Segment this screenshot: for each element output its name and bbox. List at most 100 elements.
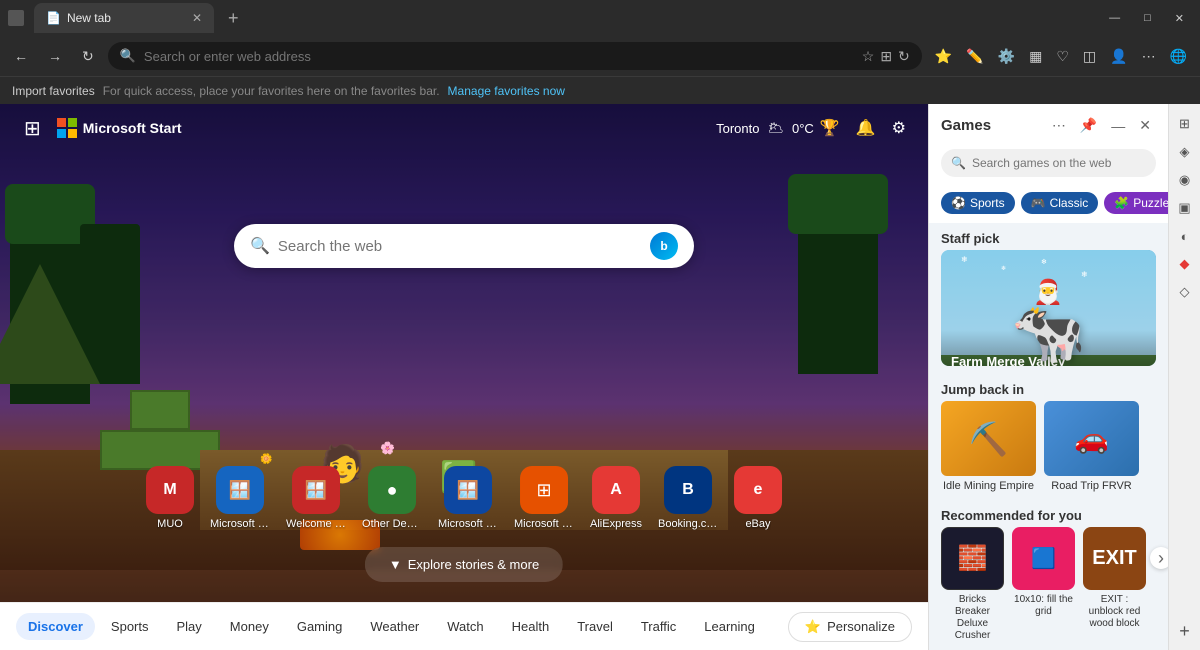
staff-pick-image: ❄ ❄ ❄ ❄ 🐄 🎅 Farm Merge Valley Build your… xyxy=(941,250,1156,366)
back-button[interactable]: ← xyxy=(8,44,34,68)
sidebar-tab-4[interactable]: ▣ xyxy=(1173,196,1197,220)
panel-pin-icon[interactable]: 📌 xyxy=(1075,114,1102,137)
sidebar-tab-7[interactable]: ◇ xyxy=(1173,280,1197,304)
nav-item-health[interactable]: Health xyxy=(500,613,562,640)
nav-item-sports[interactable]: Sports xyxy=(99,613,161,640)
fav-item-aliexpress[interactable]: A AliExpress xyxy=(590,466,642,530)
fav-item-ms365[interactable]: ⊞ Microsoft 365 xyxy=(514,466,574,530)
title-bar: 📄 New tab ✕ + — □ ✕ xyxy=(0,0,1200,36)
title-bar-right: — □ ✕ xyxy=(1101,10,1192,27)
active-tab[interactable]: 📄 New tab ✕ xyxy=(34,3,214,33)
explore-stories-button[interactable]: ▼ Explore stories & more xyxy=(365,547,563,582)
nav-item-weather[interactable]: Weather xyxy=(358,613,431,640)
panel-close-icon[interactable]: ✕ xyxy=(1134,114,1156,137)
panel-more-icon[interactable]: ⋯ xyxy=(1047,114,1071,137)
search-bar: 🔍 b xyxy=(234,224,694,268)
fav-item-ebay[interactable]: e eBay xyxy=(734,466,782,530)
flower: 🌸 xyxy=(380,441,395,455)
sidebar-tab-6[interactable]: ◆ xyxy=(1173,252,1197,276)
sidebar-tab-3-icon: ◉ xyxy=(1179,172,1190,188)
settings-icon[interactable]: ⚙️ xyxy=(993,44,1020,69)
bell-icon[interactable]: 🔔 xyxy=(850,112,882,144)
forward-button[interactable]: → xyxy=(42,44,68,68)
fav-item-muo[interactable]: M MUO xyxy=(146,466,194,530)
genre-tab-sports[interactable]: ⚽ Sports xyxy=(941,192,1015,214)
staff-pick-card[interactable]: ❄ ❄ ❄ ❄ 🐄 🎅 Farm Merge Valley Build your… xyxy=(941,250,1156,366)
weather-icon: 🌥 xyxy=(767,120,784,136)
nav-item-learning[interactable]: Learning xyxy=(692,613,767,640)
favorites-icon[interactable]: ♡ xyxy=(1051,44,1074,69)
close-button[interactable]: ✕ xyxy=(1167,10,1192,27)
game-bricks-breaker[interactable]: 🧱 Bricks Breaker Deluxe Crusher xyxy=(941,527,1004,642)
tab-close-button[interactable]: ✕ xyxy=(192,11,202,25)
sidebar-add-button[interactable]: + xyxy=(1179,621,1190,642)
maximize-button[interactable]: □ xyxy=(1136,10,1159,26)
game-10x10[interactable]: 🟦 10x10: fill the grid xyxy=(1012,527,1075,642)
refresh-icon[interactable]: ↻ xyxy=(898,48,910,65)
nav-item-gaming[interactable]: Gaming xyxy=(285,613,355,640)
game-idle-mining[interactable]: ⛏️ Idle Mining Empire xyxy=(941,401,1036,492)
sidebar-tab-5-icon: ◐ xyxy=(1181,229,1189,244)
10x10-image: 🟦 xyxy=(1012,527,1075,590)
sidebar-tab-1[interactable]: ⊞ xyxy=(1173,112,1197,136)
exit-name: EXIT : unblock red wood block xyxy=(1083,594,1146,630)
fav-item-booking[interactable]: B Booking.com xyxy=(658,466,718,530)
exit-icon: EXIT xyxy=(1092,547,1136,570)
personalize-label: Personalize xyxy=(827,619,895,634)
sidebar-tab-2[interactable]: ◈ xyxy=(1173,140,1197,164)
tab-overview-icon[interactable]: ▦ xyxy=(1024,44,1047,69)
title-bar-left: 📄 New tab ✕ + xyxy=(8,3,247,33)
road-trip-image: 🚗 xyxy=(1044,401,1139,476)
manage-favorites-link[interactable]: Manage favorites now xyxy=(448,84,565,98)
nav-item-money[interactable]: Money xyxy=(218,613,281,640)
refresh-button[interactable]: ↻ xyxy=(76,44,100,69)
minimize-button[interactable]: — xyxy=(1101,10,1128,26)
sidebar-tab-5[interactable]: ◐ xyxy=(1173,224,1197,248)
nav-item-traffic[interactable]: Traffic xyxy=(629,613,688,640)
nav-item-watch[interactable]: Watch xyxy=(435,613,495,640)
fav-item-demos[interactable]: ● Other Demos xyxy=(362,466,422,530)
nav-bar: ← → ↻ 🔍 ☆ ⊞ ↻ ⭐ ✏️ ⚙️ ▦ ♡ ◫ 👤 ⋯ 🌐 xyxy=(0,36,1200,76)
address-input[interactable] xyxy=(144,49,854,64)
nav-item-discover[interactable]: Discover xyxy=(16,613,95,640)
genre-tab-classic[interactable]: 🎮 Classic xyxy=(1021,192,1099,214)
ms-apps-button[interactable]: ⊞ xyxy=(16,108,49,149)
fav-item-ms-re[interactable]: 🪟 Microsoft Re... xyxy=(210,466,270,530)
star-icon[interactable]: ☆ xyxy=(862,48,875,65)
collections-icon[interactable]: ⭐ xyxy=(930,44,957,69)
fav-booking-icon: B xyxy=(664,466,712,514)
new-tab-button[interactable]: + xyxy=(220,8,247,29)
panel-search-icon: 🔍 xyxy=(951,156,966,170)
import-favorites-button[interactable]: Import favorites xyxy=(12,84,95,98)
ms-start-logo[interactable]: Microsoft Start xyxy=(49,114,190,142)
classic-label: Classic xyxy=(1050,196,1089,210)
header-settings-icon[interactable]: ⚙ xyxy=(886,112,912,144)
address-bar[interactable]: 🔍 ☆ ⊞ ↻ xyxy=(108,42,922,70)
panel-search-bar[interactable]: 🔍 xyxy=(941,149,1156,177)
profile-icon[interactable]: 👤 xyxy=(1105,44,1132,69)
copilot-icon[interactable]: ✏️ xyxy=(961,44,988,69)
fav-item-welcome[interactable]: 🪟 Welcome to ... xyxy=(286,466,346,530)
search-input[interactable] xyxy=(278,238,642,255)
sidebar-icon[interactable]: ◫ xyxy=(1078,44,1101,69)
personalize-button[interactable]: ⭐ Personalize xyxy=(788,612,912,642)
fav-ali-label: AliExpress xyxy=(590,518,642,530)
trophy-icon[interactable]: 🏆 xyxy=(814,112,846,144)
nav-item-travel[interactable]: Travel xyxy=(565,613,625,640)
recommended-next-arrow[interactable]: › xyxy=(1150,547,1168,569)
nav-item-play[interactable]: Play xyxy=(165,613,214,640)
fav-item-ms-n[interactable]: 🪟 Microsoft N... xyxy=(438,466,498,530)
genre-tab-puzzle[interactable]: 🧩 Puzzle xyxy=(1104,192,1168,214)
panel-search-input[interactable] xyxy=(972,156,1146,170)
bing-icon[interactable]: b xyxy=(650,232,678,260)
split-screen-icon[interactable]: ⊞ xyxy=(880,48,892,65)
sidebar-tab-3[interactable]: ◉ xyxy=(1173,168,1197,192)
weather-info: Toronto 🌥 0°C xyxy=(716,120,814,136)
game-road-trip[interactable]: 🚗 Road Trip FRVR xyxy=(1044,401,1139,492)
10x10-name: 10x10: fill the grid xyxy=(1012,594,1075,618)
menu-icon[interactable]: ⋯ xyxy=(1137,44,1161,69)
panel-minimize-icon[interactable]: — xyxy=(1106,115,1130,137)
game-exit[interactable]: EXIT EXIT : unblock red wood block xyxy=(1083,527,1146,642)
cow-figure: 🐄 xyxy=(1011,297,1086,366)
10x10-icon: 🟦 xyxy=(1031,546,1056,571)
